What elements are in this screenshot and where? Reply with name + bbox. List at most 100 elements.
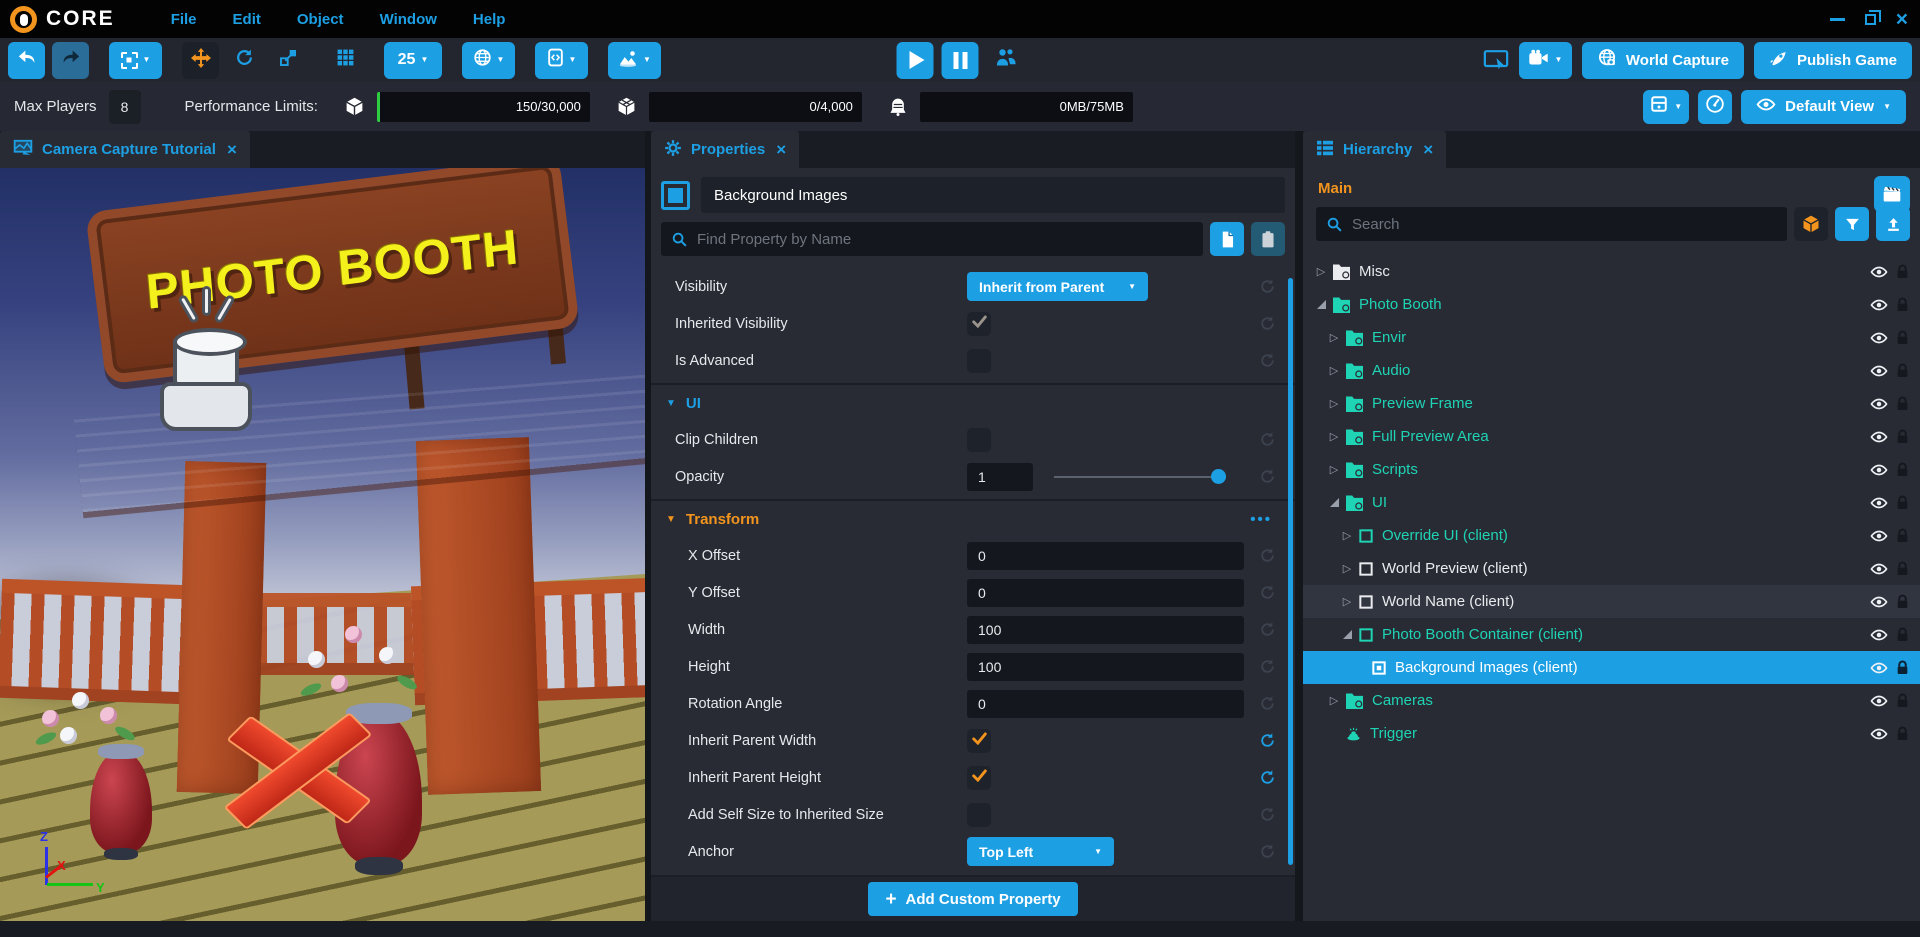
expand-icon[interactable]: ▷: [1339, 595, 1355, 608]
menu-item-help[interactable]: Help: [473, 11, 506, 28]
lock-icon[interactable]: [1896, 627, 1909, 642]
lock-icon[interactable]: [1896, 495, 1909, 510]
menu-item-edit[interactable]: Edit: [233, 11, 261, 28]
hierarchy-item-preview-frame[interactable]: ▷Preview Frame: [1303, 387, 1920, 420]
section-menu-icon[interactable]: •••: [1250, 511, 1272, 528]
hierarchy-item-scripts[interactable]: ▷Scripts: [1303, 453, 1920, 486]
collapse-all-button[interactable]: [1876, 207, 1910, 241]
world-settings-dropdown[interactable]: ▼: [462, 42, 515, 79]
property-search[interactable]: [661, 222, 1203, 256]
performance-gauge-button[interactable]: [1698, 90, 1732, 124]
property-search-input[interactable]: [697, 231, 1193, 248]
paste-properties-button[interactable]: [1251, 222, 1285, 256]
hierarchy-item-photo-booth[interactable]: Photo Booth: [1303, 288, 1920, 321]
height-field[interactable]: [967, 653, 1244, 681]
reset-icon[interactable]: [1259, 352, 1276, 369]
reset-icon[interactable]: [1259, 732, 1276, 749]
menu-item-file[interactable]: File: [171, 11, 197, 28]
width-field[interactable]: [967, 616, 1244, 644]
hierarchy-search[interactable]: [1316, 207, 1787, 241]
lock-icon[interactable]: [1896, 594, 1909, 609]
visibility-eye-icon[interactable]: [1870, 561, 1888, 577]
cinematic-capture-button[interactable]: [1874, 176, 1910, 212]
viewport-body[interactable]: PHOTO BOOTH Z: [0, 168, 645, 921]
reset-icon[interactable]: [1259, 769, 1276, 786]
expand-icon[interactable]: ▷: [1326, 364, 1342, 377]
reset-icon[interactable]: [1259, 584, 1276, 601]
add-self-size-to-inherited-size-checkbox[interactable]: [967, 803, 991, 827]
opacity-field[interactable]: [967, 463, 1033, 491]
close-icon[interactable]: ×: [227, 140, 237, 160]
clip-children-checkbox[interactable]: [967, 428, 991, 452]
visibility-eye-icon[interactable]: [1870, 429, 1888, 445]
anchor-dropdown[interactable]: Top Left▼: [967, 837, 1114, 866]
section-ui[interactable]: ▼UI: [651, 383, 1295, 421]
undo-button[interactable]: [8, 42, 45, 79]
menu-item-object[interactable]: Object: [297, 11, 344, 28]
visibility-eye-icon[interactable]: [1870, 330, 1888, 346]
lock-icon[interactable]: [1896, 264, 1909, 279]
hierarchy-item-trigger[interactable]: Trigger: [1303, 717, 1920, 750]
zoom-to-object-button[interactable]: [1794, 207, 1828, 241]
lock-icon[interactable]: [1896, 363, 1909, 378]
expand-icon[interactable]: ▷: [1339, 529, 1355, 542]
default-view-dropdown[interactable]: Default View▼: [1741, 90, 1906, 124]
publish-game-button[interactable]: Publish Game: [1754, 42, 1912, 79]
restore-icon[interactable]: [1865, 14, 1876, 25]
visibility-eye-icon[interactable]: [1870, 528, 1888, 544]
hierarchy-item-cameras[interactable]: ▷Cameras: [1303, 684, 1920, 717]
expand-icon[interactable]: ▷: [1326, 430, 1342, 443]
lock-icon[interactable]: [1896, 528, 1909, 543]
collapse-icon[interactable]: [1339, 630, 1355, 639]
minimize-icon[interactable]: [1830, 18, 1845, 21]
is-advanced-checkbox[interactable]: [967, 349, 991, 373]
close-icon[interactable]: ×: [1896, 9, 1908, 30]
expand-icon[interactable]: ▷: [1326, 331, 1342, 344]
reset-icon[interactable]: [1259, 468, 1276, 485]
reset-icon[interactable]: [1259, 431, 1276, 448]
visibility-eye-icon[interactable]: [1870, 264, 1888, 280]
reset-icon[interactable]: [1259, 621, 1276, 638]
expand-icon[interactable]: ▷: [1326, 397, 1342, 410]
y-offset-field[interactable]: [967, 579, 1244, 607]
expand-icon[interactable]: ▷: [1339, 562, 1355, 575]
tab-hierarchy[interactable]: Hierarchy ×: [1303, 131, 1446, 168]
menu-item-window[interactable]: Window: [380, 11, 437, 28]
hierarchy-item-audio[interactable]: ▷Audio: [1303, 354, 1920, 387]
collapse-icon[interactable]: [1313, 300, 1329, 309]
object-name-input[interactable]: [701, 177, 1285, 213]
rotate-tool-button[interactable]: [226, 42, 263, 79]
inherit-parent-height-checkbox[interactable]: [967, 766, 991, 790]
multiplayer-preview-button[interactable]: [987, 42, 1024, 79]
visibility-eye-icon[interactable]: [1870, 594, 1888, 610]
reset-icon[interactable]: [1259, 843, 1276, 860]
hierarchy-item-photo-booth-container-client[interactable]: Photo Booth Container (client): [1303, 618, 1920, 651]
terrain-dropdown[interactable]: ▼: [608, 42, 661, 79]
play-button[interactable]: [897, 42, 934, 79]
redo-button[interactable]: [52, 42, 89, 79]
tab-camera-capture-tutorial[interactable]: Camera Capture Tutorial ×: [0, 131, 250, 168]
screen-share-icon[interactable]: [1483, 49, 1509, 71]
lock-icon[interactable]: [1896, 297, 1909, 312]
lock-icon[interactable]: [1896, 462, 1909, 477]
expand-icon[interactable]: ▷: [1326, 694, 1342, 707]
scale-tool-button[interactable]: [270, 42, 307, 79]
lock-icon[interactable]: [1896, 429, 1909, 444]
tab-properties[interactable]: Properties ×: [651, 131, 799, 168]
visibility-eye-icon[interactable]: [1870, 726, 1888, 742]
lock-icon[interactable]: [1896, 660, 1909, 675]
hierarchy-item-misc[interactable]: ▷Misc: [1303, 255, 1920, 288]
inherited-visibility-checkbox[interactable]: [967, 312, 991, 336]
max-players-input[interactable]: [109, 90, 141, 124]
visibility-eye-icon[interactable]: [1870, 396, 1888, 412]
copy-properties-button[interactable]: [1210, 222, 1244, 256]
opacity-slider[interactable]: [1054, 463, 1226, 491]
lock-icon[interactable]: [1896, 726, 1909, 741]
add-custom-property-button[interactable]: + Add Custom Property: [868, 882, 1077, 916]
visibility-eye-icon[interactable]: [1870, 297, 1888, 313]
expand-icon[interactable]: ▷: [1326, 463, 1342, 476]
hierarchy-item-envir[interactable]: ▷Envir: [1303, 321, 1920, 354]
inherit-parent-width-checkbox[interactable]: [967, 729, 991, 753]
reset-icon[interactable]: [1259, 278, 1276, 295]
reset-icon[interactable]: [1259, 547, 1276, 564]
